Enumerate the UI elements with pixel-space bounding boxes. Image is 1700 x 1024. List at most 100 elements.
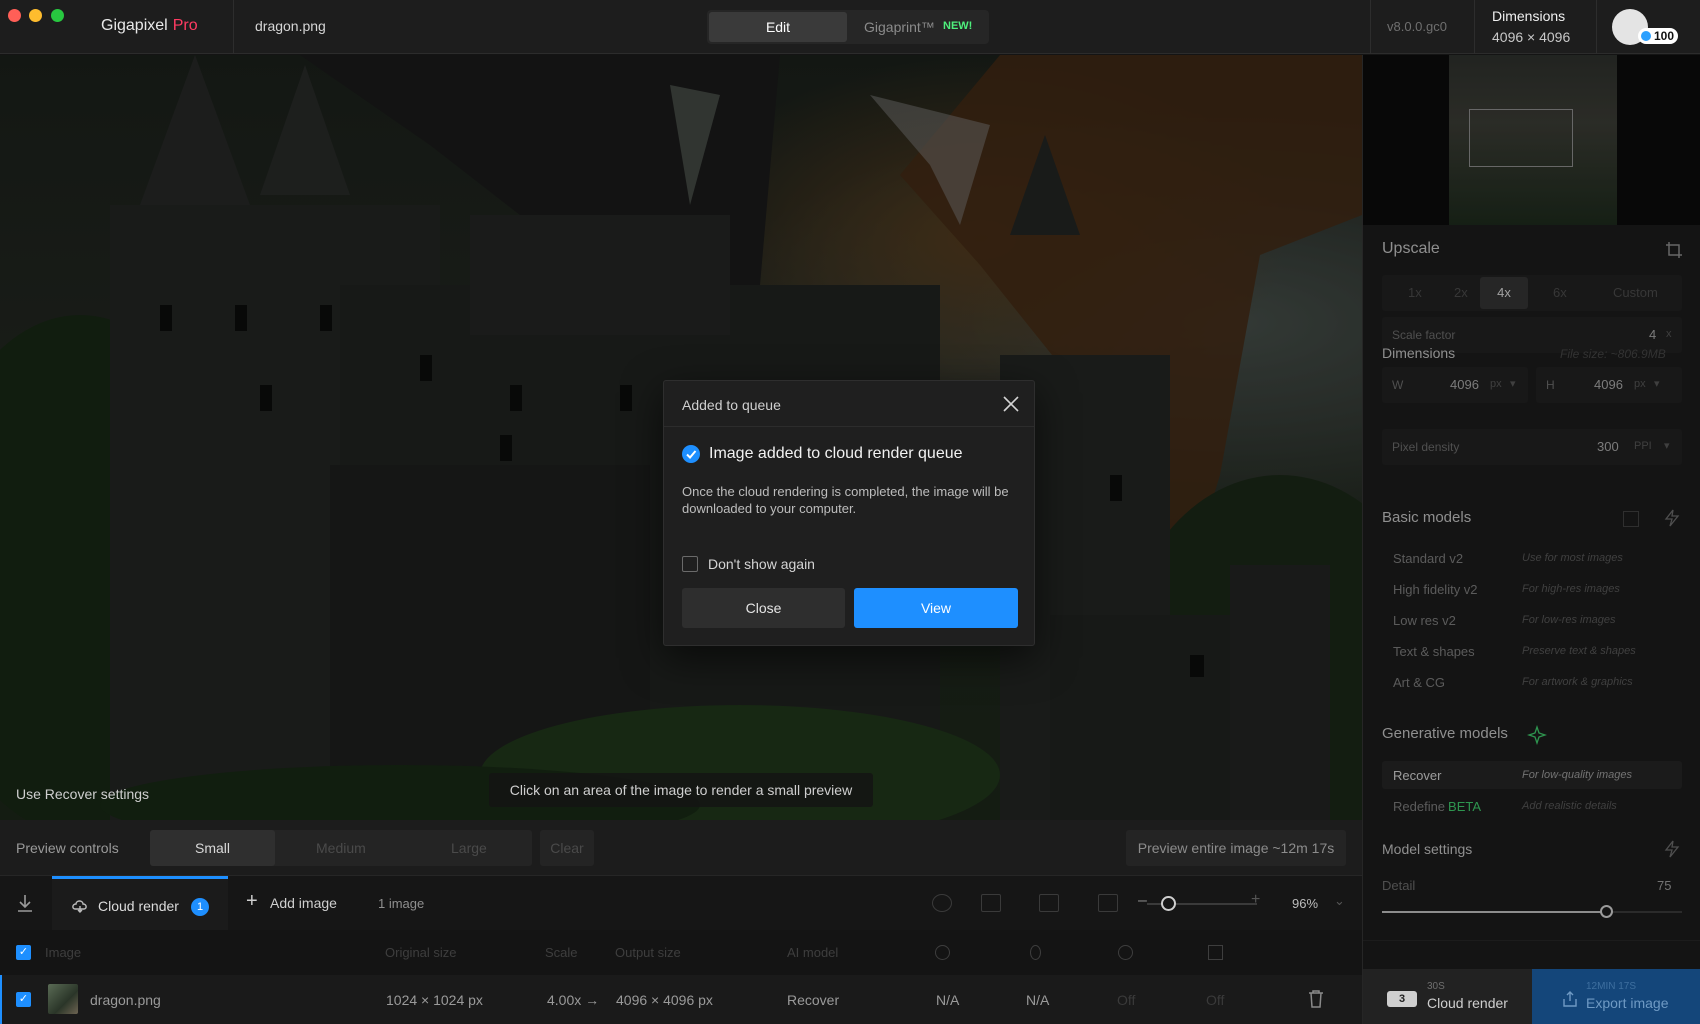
cloud-render-label: Cloud render	[98, 898, 179, 914]
tab-gigaprint[interactable]: Gigaprint™	[864, 19, 935, 35]
zoom-level[interactable]: 96%	[1292, 896, 1318, 911]
eye-icon[interactable]	[932, 894, 952, 912]
column-scale[interactable]: Scale	[545, 945, 578, 960]
scale-1x-button[interactable]: 1x	[1408, 285, 1422, 300]
width-field[interactable]: W 4096 px ▾	[1382, 367, 1528, 403]
add-image-button[interactable]: Add image	[270, 895, 337, 911]
navigator-viewport[interactable]	[1469, 109, 1573, 167]
model-name: Art & CG	[1393, 675, 1446, 690]
preview-medium-button[interactable]: Medium	[316, 840, 366, 856]
download-icon[interactable]	[14, 892, 36, 914]
model-text-shapes[interactable]: Text & shapes Preserve text & shapes	[1382, 637, 1682, 665]
detail-slider-handle[interactable]	[1600, 905, 1613, 918]
cloud-render-button[interactable]: 3 30S Cloud render	[1363, 969, 1532, 1024]
dialog-header: Added to queue	[664, 381, 1034, 427]
close-button[interactable]: Close	[682, 588, 845, 628]
lightning-icon[interactable]	[1664, 509, 1680, 527]
scale-2x-button[interactable]: 2x	[1454, 285, 1468, 300]
compare-icon[interactable]	[1623, 511, 1639, 527]
maximize-window-button[interactable]	[51, 9, 64, 22]
grain-column-icon[interactable]	[1208, 945, 1223, 960]
queue-count-badge: 1	[191, 898, 209, 916]
model-art-cg[interactable]: Art & CG For artwork & graphics	[1382, 668, 1682, 696]
zoom-slider-handle[interactable]	[1161, 896, 1176, 911]
denoise-column-icon[interactable]	[935, 945, 950, 960]
column-image[interactable]: Image	[45, 945, 81, 960]
divider	[233, 0, 234, 54]
drop-column-icon[interactable]	[1030, 945, 1041, 960]
zoom-out-button[interactable]: –	[1138, 892, 1147, 910]
model-name: High fidelity v2	[1393, 582, 1478, 597]
chevron-down-icon[interactable]: ▾	[1510, 377, 1516, 390]
model-description: For low-res images	[1522, 614, 1616, 626]
detail-slider[interactable]	[1382, 905, 1682, 919]
height-field[interactable]: H 4096 px ▾	[1536, 367, 1682, 403]
pixel-density-field[interactable]: Pixel density 300 PPI ▾	[1382, 429, 1682, 465]
export-time: 12MIN 17S	[1586, 981, 1637, 992]
model-low-res-v2[interactable]: Low res v2 For low-res images	[1382, 606, 1682, 634]
dont-show-again-label[interactable]: Don't show again	[708, 556, 815, 572]
model-redefine[interactable]: Redefine BETA Add realistic details	[1382, 792, 1682, 820]
zoom-in-button[interactable]: +	[1251, 891, 1260, 909]
close-icon[interactable]	[1002, 395, 1020, 413]
scale-6x-button[interactable]: 6x	[1553, 285, 1567, 300]
navigator-preview[interactable]	[1363, 55, 1700, 225]
crop-icon[interactable]	[1665, 241, 1683, 259]
plus-icon[interactable]: +	[246, 890, 258, 913]
split-view-icon[interactable]	[1039, 894, 1059, 912]
table-row[interactable]: ✓ dragon.png 1024 × 1024 px 4.00x → 4096…	[0, 975, 1362, 1024]
model-high-fidelity-v2[interactable]: High fidelity v2 For high-res images	[1382, 575, 1682, 603]
tab-edit[interactable]: Edit	[709, 12, 847, 42]
upscale-title: Upscale	[1382, 240, 1440, 257]
basic-models-title: Basic models	[1382, 509, 1472, 526]
width-value[interactable]: 4096	[1450, 377, 1479, 392]
queue-bar: Cloud render 1 + Add image 1 image – + 9…	[0, 875, 1362, 931]
generative-models-title: Generative models	[1382, 725, 1508, 742]
minimize-window-button[interactable]	[29, 9, 42, 22]
dont-show-again-checkbox[interactable]	[682, 556, 698, 572]
view-button[interactable]: View	[854, 588, 1018, 628]
lightning-icon[interactable]	[1664, 840, 1680, 858]
export-image-button[interactable]: 12MIN 17S Export image	[1532, 969, 1700, 1024]
model-description: For low-quality images	[1522, 769, 1633, 781]
action-bar: 3 30S Cloud render 12MIN 17S Export imag…	[1363, 969, 1700, 1024]
divider	[1596, 0, 1597, 54]
preview-large-button[interactable]: Large	[451, 840, 487, 856]
column-output-size[interactable]: Output size	[615, 945, 681, 960]
chevron-down-icon[interactable]: ▾	[1664, 439, 1670, 452]
height-label: H	[1546, 378, 1555, 392]
face-column-icon[interactable]	[1118, 945, 1133, 960]
height-unit[interactable]: px	[1634, 378, 1646, 390]
close-window-button[interactable]	[8, 9, 21, 22]
trash-icon[interactable]	[1307, 989, 1325, 1009]
select-all-checkbox[interactable]: ✓	[16, 945, 31, 960]
column-original-size[interactable]: Original size	[385, 945, 457, 960]
divider	[1363, 940, 1700, 941]
chevron-down-icon[interactable]: ▾	[1654, 377, 1660, 390]
side-by-side-icon[interactable]	[1098, 894, 1118, 912]
column-ai-model[interactable]: AI model	[787, 945, 838, 960]
model-standard-v2[interactable]: Standard v2 Use for most images	[1382, 544, 1682, 572]
width-unit[interactable]: px	[1490, 378, 1502, 390]
pixel-density-unit[interactable]: PPI	[1634, 440, 1652, 452]
model-recover[interactable]: Recover For low-quality images	[1382, 761, 1682, 789]
preview-clear-button[interactable]: Clear	[540, 830, 594, 866]
divider	[1474, 0, 1475, 54]
preview-small-button[interactable]: Small	[150, 830, 275, 866]
model-description: For high-res images	[1522, 583, 1620, 595]
detail-value[interactable]: 75	[1657, 878, 1671, 893]
single-view-icon[interactable]	[981, 894, 1001, 912]
preview-hint: Click on an area of the image to render …	[489, 773, 873, 807]
pixel-density-value[interactable]: 300	[1597, 439, 1619, 454]
scale-4x-button[interactable]: 4x	[1480, 277, 1528, 309]
height-value[interactable]: 4096	[1594, 377, 1623, 392]
preview-entire-button[interactable]: Preview entire image ~12m 17s	[1126, 830, 1346, 866]
credits-badge[interactable]: 100	[1638, 28, 1679, 44]
scale-custom-button[interactable]: Custom	[1613, 285, 1658, 300]
row-checkbox[interactable]: ✓	[16, 992, 31, 1007]
row-ai-model: Recover	[787, 992, 840, 1008]
detail-label: Detail	[1382, 878, 1416, 893]
tab-cloud-render[interactable]: Cloud render 1	[52, 876, 228, 931]
chevron-down-icon[interactable]: ⌄	[1334, 893, 1345, 909]
scale-factor-value[interactable]: 4	[1649, 327, 1656, 342]
